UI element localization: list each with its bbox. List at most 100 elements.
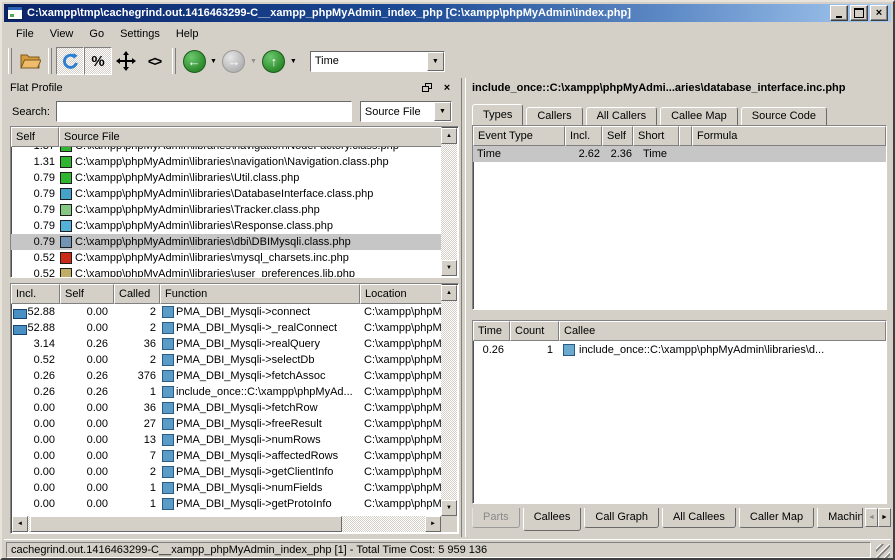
tab[interactable]: Parts <box>472 508 520 528</box>
cycle-detection-button[interactable] <box>56 47 84 75</box>
close-button[interactable]: × <box>870 5 888 21</box>
back-dropdown[interactable]: ▼ <box>210 58 217 65</box>
shorten-templates-button[interactable]: <> <box>140 47 168 75</box>
column-header-self[interactable]: Self <box>60 284 114 304</box>
vertical-scrollbar[interactable]: ▲ ▼ <box>441 285 457 516</box>
minimize-button[interactable] <box>830 5 848 21</box>
search-input[interactable] <box>56 101 352 122</box>
combo-dropdown-button[interactable]: ▼ <box>434 102 451 121</box>
column-header-count[interactable]: Count <box>510 321 559 341</box>
relative-percent-button[interactable]: % <box>84 47 112 75</box>
column-header-location[interactable]: Location <box>360 284 442 304</box>
tab[interactable]: All Callers <box>586 107 658 125</box>
function-cell: PMA_DBI_Mysqli->realQuery <box>160 338 360 350</box>
scrollbar-thumb[interactable] <box>30 516 342 532</box>
column-header-callee[interactable]: Callee <box>559 321 886 341</box>
table-row[interactable]: 0.79 C:\xampp\phpMyAdmin\libraries\Util.… <box>11 170 441 186</box>
dock-close-button[interactable]: × <box>439 81 455 95</box>
scroll-up-button[interactable]: ▲ <box>441 128 457 144</box>
table-row[interactable]: 1.37 C:\xampp\phpMyAdmin\libraries\navig… <box>11 147 441 154</box>
tab[interactable]: Callers <box>526 107 582 125</box>
toolbar-handle[interactable] <box>8 48 12 74</box>
self-cost: 0.00 <box>60 306 114 318</box>
table-row[interactable]: 1.31 C:\xampp\phpMyAdmin\libraries\navig… <box>11 154 441 170</box>
table-row[interactable]: 0.00 0.00 2 PMA_DBI_Mysqli->getClientInf… <box>11 464 441 480</box>
column-header-incl[interactable]: Incl. <box>11 284 60 304</box>
column-header-blank[interactable] <box>679 126 692 146</box>
scroll-left-button[interactable]: ◄ <box>12 516 28 532</box>
tab[interactable]: Callees <box>523 508 582 531</box>
combo-dropdown-button[interactable]: ▼ <box>427 52 444 71</box>
relative-to-parent-button[interactable] <box>112 47 140 75</box>
column-header-self[interactable]: Self <box>602 126 633 146</box>
vertical-scrollbar[interactable]: ▲ ▼ <box>441 128 457 276</box>
table-row[interactable]: 0.00 0.00 1 PMA_DBI_Mysqli->getProtoInfo… <box>11 496 441 512</box>
table-row[interactable]: 0.26 0.26 1 include_once::C:\xampp\phpMy… <box>11 384 441 400</box>
table-row[interactable]: 0.52 C:\xampp\phpMyAdmin\libraries\mysql… <box>11 250 441 266</box>
table-row[interactable]: 0.26 0.26 376 PMA_DBI_Mysqli->fetchAssoc… <box>11 368 441 384</box>
scroll-right-icon: ► <box>430 521 436 527</box>
menu-item[interactable]: File <box>8 26 42 43</box>
maximize-button[interactable] <box>850 5 868 21</box>
event-type-combo[interactable]: Time ▼ <box>310 51 445 72</box>
tab[interactable]: Caller Map <box>739 508 814 528</box>
table-row[interactable]: 0.00 0.00 1 PMA_DBI_Mysqli->numFields C:… <box>11 480 441 496</box>
tab[interactable]: Callee Map <box>660 107 738 125</box>
tab[interactable]: Source Code <box>741 107 827 125</box>
table-row[interactable]: 52.88 0.00 2 PMA_DBI_Mysqli->connect C:\… <box>11 304 441 320</box>
table-row[interactable]: 0.79 C:\xampp\phpMyAdmin\libraries\Track… <box>11 202 441 218</box>
column-header-called[interactable]: Called <box>114 284 160 304</box>
back-button[interactable]: ← <box>180 47 208 75</box>
resize-grip[interactable] <box>876 544 890 558</box>
scroll-right-button[interactable]: ► <box>425 516 441 532</box>
column-header-self[interactable]: Self <box>11 127 59 147</box>
tab[interactable]: Call Graph <box>584 508 659 528</box>
menu-item[interactable]: Go <box>81 26 112 43</box>
table-row[interactable]: 0.79 C:\xampp\phpMyAdmin\libraries\Datab… <box>11 186 441 202</box>
table-row[interactable]: 3.14 0.26 36 PMA_DBI_Mysqli->realQuery C… <box>11 336 441 352</box>
forward-button[interactable]: → <box>220 47 248 75</box>
menu-item[interactable]: Settings <box>112 26 168 43</box>
grouping-combo[interactable]: Source File ▼ <box>360 101 452 122</box>
title-bar[interactable]: C:\xampp\tmp\cachegrind.out.1416463299-C… <box>4 4 891 22</box>
horizontal-scrollbar[interactable]: ◄ ► <box>12 516 441 532</box>
table-row[interactable]: 0.52 C:\xampp\phpMyAdmin\libraries\user_… <box>11 266 441 277</box>
column-header-source-file[interactable]: Source File <box>59 127 442 147</box>
table-row[interactable]: 0.79 C:\xampp\phpMyAdmin\libraries\dbi\D… <box>11 234 441 250</box>
column-header-short[interactable]: Short <box>633 126 679 146</box>
tab[interactable]: All Callees <box>662 508 736 528</box>
column-header-function[interactable]: Function <box>160 284 360 304</box>
scrollbar-thumb[interactable] <box>441 151 457 173</box>
open-file-button[interactable] <box>16 47 44 75</box>
dock-title-bar[interactable]: Flat Profile × <box>4 78 461 98</box>
dock-float-button[interactable] <box>419 81 435 95</box>
table-row[interactable]: 0.52 0.00 2 PMA_DBI_Mysqli->selectDb C:\… <box>11 352 441 368</box>
table-row[interactable]: 52.88 0.00 2 PMA_DBI_Mysqli->_realConnec… <box>11 320 441 336</box>
column-header-event-type[interactable]: Event Type <box>473 126 565 146</box>
up-button[interactable]: ↑ <box>260 47 288 75</box>
table-row[interactable]: 0.26 1 include_once::C:\xampp\phpMyAdmin… <box>473 341 886 358</box>
table-row[interactable]: 0.00 0.00 7 PMA_DBI_Mysqli->affectedRows… <box>11 448 441 464</box>
table-row[interactable]: 0.00 0.00 36 PMA_DBI_Mysqli->fetchRow C:… <box>11 400 441 416</box>
scroll-up-button[interactable]: ▲ <box>441 285 457 301</box>
tab[interactable]: Types <box>472 104 523 125</box>
up-dropdown[interactable]: ▼ <box>290 58 297 65</box>
table-row[interactable]: 0.79 C:\xampp\phpMyAdmin\libraries\Respo… <box>11 218 441 234</box>
table-row[interactable]: 0.00 0.00 13 PMA_DBI_Mysqli->numRows C:\… <box>11 432 441 448</box>
scroll-down-button[interactable]: ▼ <box>441 260 457 276</box>
tab[interactable]: Machine <box>817 508 863 528</box>
column-header-incl[interactable]: Incl. <box>565 126 602 146</box>
self-cost: 0.00 <box>60 482 114 494</box>
forward-dropdown[interactable]: ▼ <box>250 58 257 65</box>
tab-scroll-right-button[interactable]: ► <box>878 508 891 527</box>
table-row[interactable]: Time 2.62 2.36 Time <box>473 146 886 162</box>
toolbar-handle[interactable] <box>172 48 176 74</box>
toolbar-handle[interactable] <box>48 48 52 74</box>
column-header-formula[interactable]: Formula <box>692 126 886 146</box>
table-row[interactable]: 0.00 0.00 27 PMA_DBI_Mysqli->freeResult … <box>11 416 441 432</box>
scroll-down-button[interactable]: ▼ <box>441 500 457 516</box>
tab-scroll-left-button[interactable]: ◄ <box>865 508 878 527</box>
menu-item[interactable]: View <box>42 26 82 43</box>
menu-item[interactable]: Help <box>168 26 207 43</box>
column-header-time[interactable]: Time <box>473 321 510 341</box>
